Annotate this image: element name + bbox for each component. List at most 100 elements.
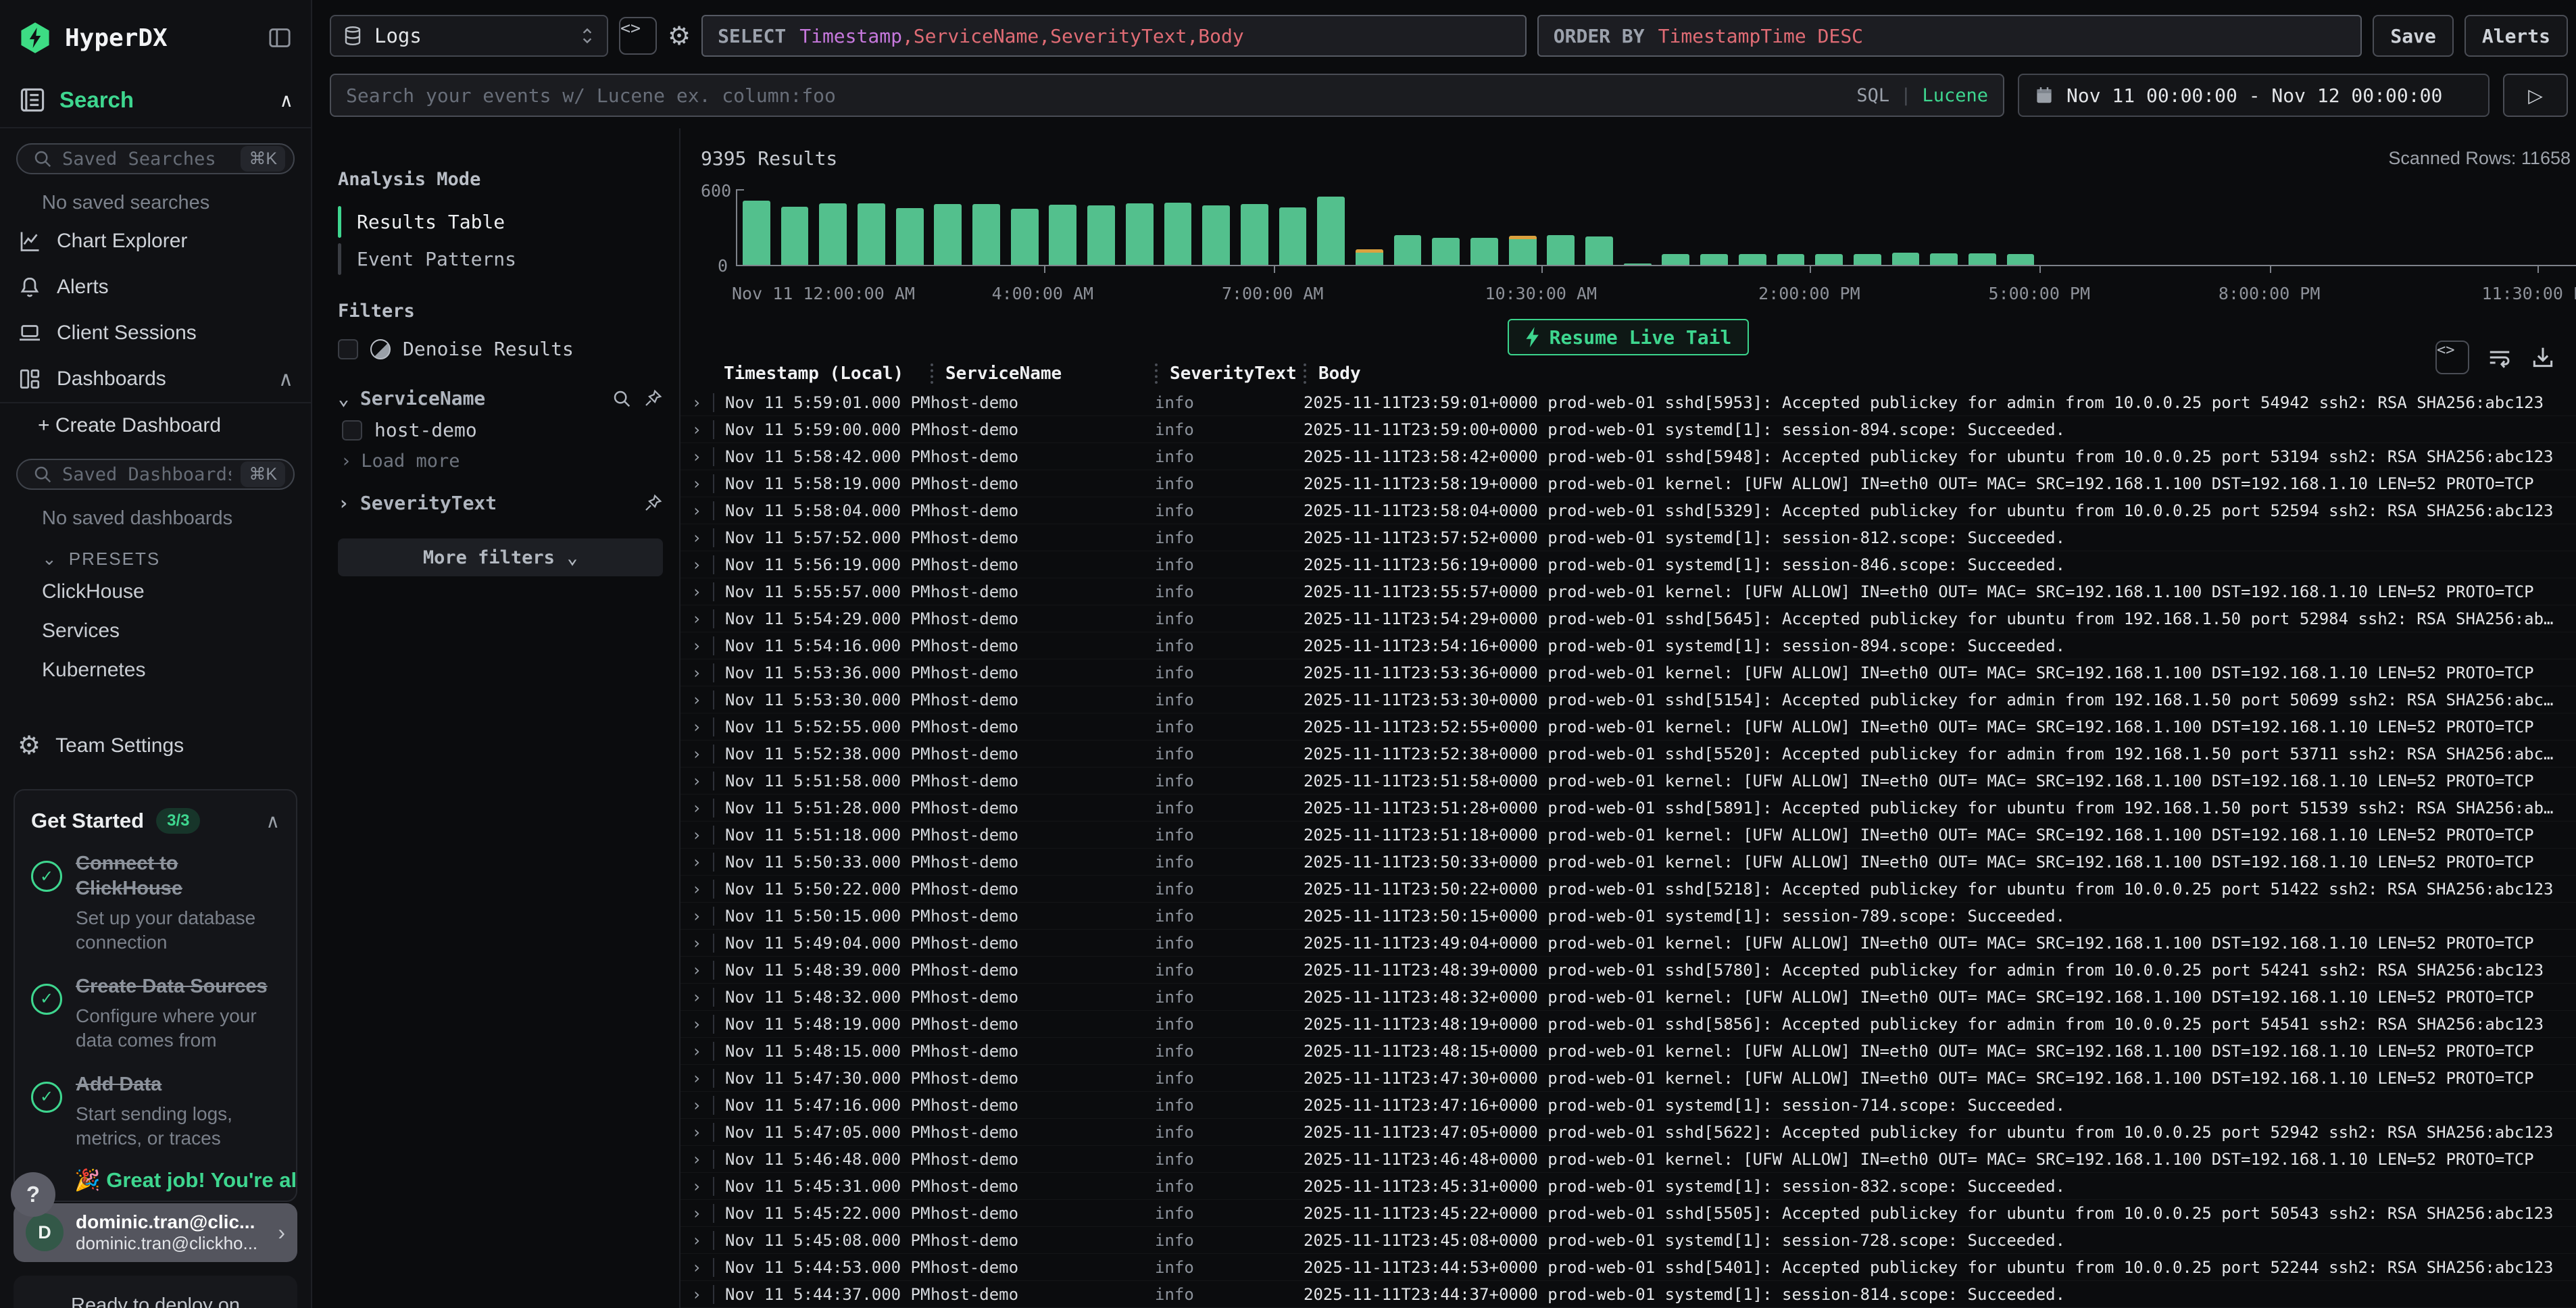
log-row[interactable]: ›Nov 11 5:52:55.000 PMhost-demoinfo2025-… — [680, 713, 2576, 740]
code-mode-button[interactable]: <> — [619, 17, 657, 55]
get-started-header[interactable]: Get Started 3/3 ∧ — [15, 790, 296, 838]
log-row[interactable]: ›Nov 11 5:48:19.000 PMhost-demoinfo2025-… — [680, 1011, 2576, 1038]
chart-bar[interactable] — [934, 204, 962, 265]
chart-bar[interactable] — [1394, 235, 1422, 265]
column-header-timestamp[interactable]: Timestamp (Local) — [713, 363, 931, 384]
table-code-button[interactable]: <> — [2435, 341, 2469, 374]
chart-bar[interactable] — [1432, 238, 1460, 265]
column-resize-handle[interactable] — [1155, 363, 1158, 384]
chart-bar[interactable] — [896, 208, 924, 265]
chart-bar[interactable] — [1662, 254, 1689, 265]
saved-dashboards-input[interactable] — [62, 464, 231, 485]
chart-bar[interactable] — [1930, 253, 1958, 265]
select-clause-input[interactable]: SELECT Timestamp ,ServiceName,SeverityTe… — [701, 15, 1527, 57]
log-row[interactable]: ›Nov 11 5:47:30.000 PMhost-demoinfo2025-… — [680, 1065, 2576, 1092]
chart-bar[interactable] — [1049, 205, 1076, 265]
saved-searches-input[interactable] — [62, 149, 231, 170]
chart-bar[interactable] — [1700, 254, 1728, 265]
sidebar-item-chart-explorer[interactable]: Chart Explorer — [0, 218, 311, 264]
create-dashboard-link[interactable]: + Create Dashboard — [0, 403, 311, 444]
log-row[interactable]: ›Nov 11 5:51:28.000 PMhost-demoinfo2025-… — [680, 795, 2576, 822]
log-row[interactable]: ›Nov 11 5:55:57.000 PMhost-demoinfo2025-… — [680, 578, 2576, 605]
chart-bar[interactable] — [2007, 254, 2035, 265]
chart-bar[interactable] — [1547, 235, 1575, 265]
orderby-clause-input[interactable]: ORDER BY TimestampTime DESC — [1537, 15, 2362, 57]
log-row[interactable]: ›Nov 11 5:48:32.000 PMhost-demoinfo2025-… — [680, 984, 2576, 1011]
load-more-link[interactable]: › Load more — [341, 451, 663, 472]
log-row[interactable]: ›Nov 11 5:59:01.000 PMhost-demoinfo2025-… — [680, 389, 2576, 416]
column-header-body[interactable]: Body — [1304, 363, 2576, 384]
chart-bar[interactable] — [1164, 203, 1192, 265]
lucene-toggle[interactable]: Lucene — [1922, 85, 1988, 106]
source-settings-gear-icon[interactable]: ⚙ — [668, 21, 691, 51]
user-menu[interactable]: ? D dominic.tran@clic... dominic.tran@cl… — [14, 1203, 297, 1262]
event-search-box[interactable]: SQL | Lucene — [330, 74, 2004, 117]
log-row[interactable]: ›Nov 11 5:46:48.000 PMhost-demoinfo2025-… — [680, 1146, 2576, 1173]
chart-bar[interactable] — [1815, 254, 1843, 265]
chart-bar[interactable] — [1968, 253, 1996, 265]
more-filters-button[interactable]: More filters ⌄ — [338, 538, 663, 576]
chart-bar[interactable] — [1087, 205, 1115, 265]
chart-bar[interactable] — [1126, 203, 1154, 265]
resume-live-tail-button[interactable]: Resume Live Tail — [1508, 319, 1750, 355]
log-row[interactable]: ›Nov 11 5:59:00.000 PMhost-demoinfo2025-… — [680, 416, 2576, 443]
chart-bar[interactable] — [1739, 254, 1766, 265]
pin-icon[interactable] — [643, 388, 663, 409]
chevron-up-icon[interactable]: ∧ — [266, 810, 280, 832]
log-row[interactable]: ›Nov 11 5:47:05.000 PMhost-demoinfo2025-… — [680, 1119, 2576, 1146]
sidebar-item-client-sessions[interactable]: Client Sessions — [0, 310, 311, 356]
chart-bar[interactable] — [1356, 249, 1383, 265]
log-row[interactable]: ›Nov 11 5:57:52.000 PMhost-demoinfo2025-… — [680, 524, 2576, 551]
log-row[interactable]: ›Nov 11 5:45:22.000 PMhost-demoinfo2025-… — [680, 1200, 2576, 1227]
download-icon[interactable] — [2530, 345, 2556, 370]
save-button[interactable]: Save — [2373, 15, 2453, 57]
denoise-results-option[interactable]: Denoise Results — [338, 338, 663, 360]
log-row[interactable]: ›Nov 11 5:56:19.000 PMhost-demoinfo2025-… — [680, 551, 2576, 578]
sidebar-collapse-button[interactable] — [266, 24, 293, 51]
chart-bar[interactable] — [858, 203, 885, 265]
chart-bar[interactable] — [743, 201, 770, 265]
sidebar-item-team-settings[interactable]: ⚙ Team Settings — [0, 720, 311, 772]
chart-bar[interactable] — [1509, 236, 1537, 265]
log-row[interactable]: ›Nov 11 5:51:18.000 PMhost-demoinfo2025-… — [680, 822, 2576, 849]
preset-clickhouse[interactable]: ClickHouse — [0, 572, 311, 611]
chart-bar[interactable] — [1317, 197, 1345, 265]
log-row[interactable]: ›Nov 11 5:58:04.000 PMhost-demoinfo2025-… — [680, 497, 2576, 524]
sql-toggle[interactable]: SQL — [1856, 85, 1889, 106]
sidebar-item-dashboards[interactable]: Dashboards ∧ — [0, 356, 311, 402]
column-header-servicename[interactable]: ServiceName — [931, 363, 1155, 384]
log-row[interactable]: ›Nov 11 5:51:58.000 PMhost-demoinfo2025-… — [680, 768, 2576, 795]
log-row[interactable]: ›Nov 11 5:48:15.000 PMhost-demoinfo2025-… — [680, 1038, 2576, 1065]
alerts-button[interactable]: Alerts — [2464, 15, 2568, 57]
chart-bar[interactable] — [819, 203, 847, 265]
date-range-picker[interactable]: Nov 11 00:00:00 - Nov 12 00:00:00 — [2018, 74, 2490, 117]
mode-event-patterns[interactable]: Event Patterns — [338, 241, 663, 278]
pin-icon[interactable] — [643, 493, 663, 513]
log-row[interactable]: ›Nov 11 5:53:36.000 PMhost-demoinfo2025-… — [680, 659, 2576, 686]
filter-group-severitytext[interactable]: › SeverityText — [338, 492, 663, 514]
log-row[interactable]: ›Nov 11 5:50:33.000 PMhost-demoinfo2025-… — [680, 849, 2576, 876]
log-row[interactable]: ›Nov 11 5:47:16.000 PMhost-demoinfo2025-… — [680, 1092, 2576, 1119]
event-search-input[interactable] — [346, 84, 1846, 107]
chart-bar[interactable] — [781, 207, 809, 265]
chart-bar[interactable] — [1585, 236, 1613, 265]
log-row[interactable]: ›Nov 11 5:58:19.000 PMhost-demoinfo2025-… — [680, 470, 2576, 497]
column-resize-handle[interactable] — [931, 363, 933, 384]
chart-bar[interactable] — [1279, 207, 1307, 265]
saved-searches-searchbox[interactable]: ⌘K — [16, 143, 295, 174]
log-row[interactable]: ›Nov 11 5:44:37.000 PMhost-demoinfo2025-… — [680, 1281, 2576, 1308]
chart-bar[interactable] — [1470, 238, 1498, 265]
log-row[interactable]: ›Nov 11 5:50:22.000 PMhost-demoinfo2025-… — [680, 876, 2576, 903]
chart-bar[interactable] — [1624, 263, 1652, 265]
log-row[interactable]: ›Nov 11 5:49:04.000 PMhost-demoinfo2025-… — [680, 930, 2576, 957]
column-header-severitytext[interactable]: SeverityText — [1155, 363, 1304, 384]
mode-results-table[interactable]: Results Table — [338, 203, 663, 241]
help-button[interactable]: ? — [11, 1172, 55, 1217]
filter-group-servicename[interactable]: ⌄ ServiceName — [338, 387, 663, 409]
run-query-button[interactable]: ▷ — [2503, 74, 2568, 117]
presets-header[interactable]: ⌄ PRESETS — [0, 534, 311, 572]
saved-dashboards-searchbox[interactable]: ⌘K — [16, 459, 295, 490]
log-row[interactable]: ›Nov 11 5:45:08.000 PMhost-demoinfo2025-… — [680, 1227, 2576, 1254]
log-row[interactable]: ›Nov 11 5:52:38.000 PMhost-demoinfo2025-… — [680, 740, 2576, 768]
column-resize-handle[interactable] — [1304, 363, 1306, 384]
